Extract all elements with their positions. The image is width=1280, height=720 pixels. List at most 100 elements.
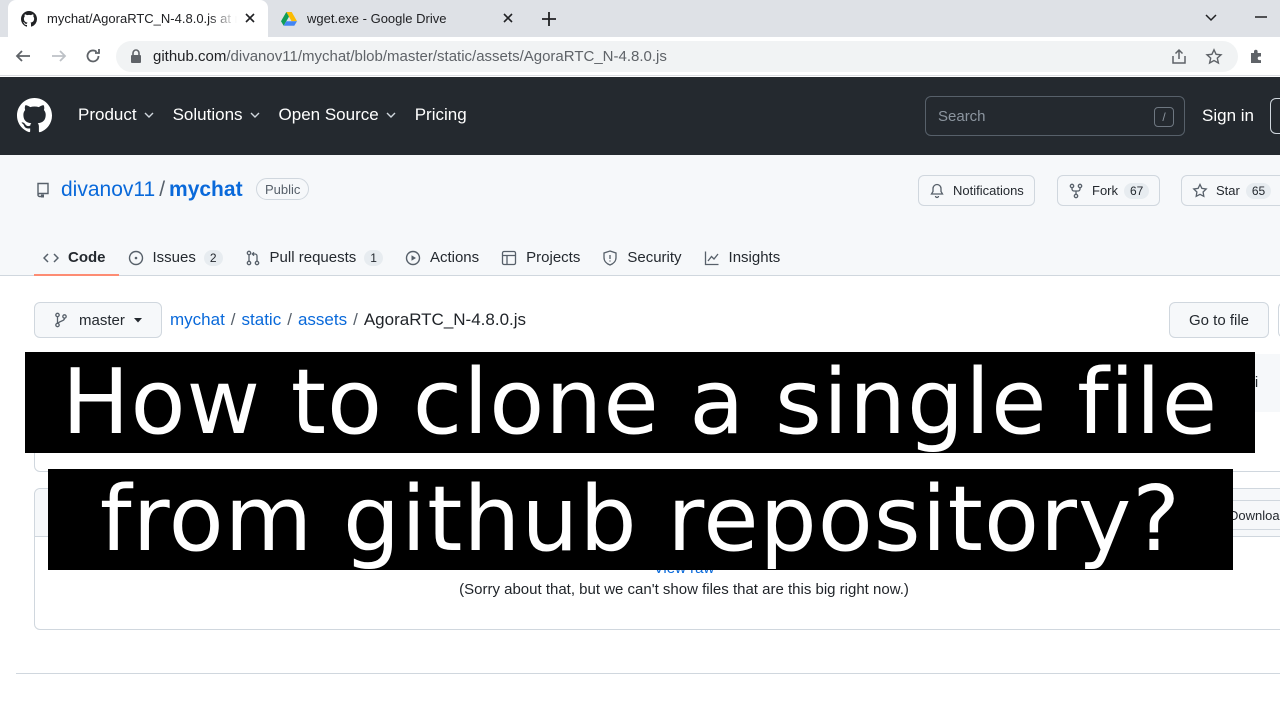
chevron-down-icon bbox=[144, 112, 154, 118]
browser-toolbar: github.com/divanov11/mychat/blob/master/… bbox=[0, 37, 1280, 76]
play-circle-icon bbox=[405, 250, 421, 265]
tab-label: Security bbox=[627, 249, 682, 266]
tab-label: Code bbox=[68, 249, 106, 266]
new-tab-icon[interactable] bbox=[538, 8, 560, 30]
browser-tab-drive[interactable]: wget.exe - Google Drive bbox=[270, 0, 526, 37]
fork-label: Fork bbox=[1092, 183, 1118, 198]
repo-icon bbox=[35, 182, 51, 198]
caret-down-icon bbox=[133, 318, 142, 323]
overlay-caption-line-1: How to clone a single file bbox=[25, 350, 1255, 455]
repo-header: divanov11/mychat Public Notifications Fo… bbox=[0, 155, 1280, 276]
tab-actions[interactable]: Actions bbox=[396, 239, 492, 276]
tab-projects[interactable]: Projects bbox=[492, 239, 593, 276]
go-to-file-button[interactable]: Go to file bbox=[1169, 302, 1269, 338]
search-shortcut-key: / bbox=[1154, 107, 1174, 127]
visibility-badge: Public bbox=[256, 178, 310, 200]
code-icon bbox=[43, 252, 59, 263]
lock-icon bbox=[130, 49, 144, 63]
fork-count: 67 bbox=[1124, 182, 1150, 199]
file-too-big-message: (Sorry about that, but we can't show fil… bbox=[459, 581, 909, 598]
star-label: Star bbox=[1216, 183, 1240, 198]
github-logo-icon[interactable] bbox=[17, 98, 53, 133]
github-header: Product Solutions Open Source Pricing / … bbox=[0, 77, 1280, 155]
table-icon bbox=[502, 250, 517, 265]
branch-selector-button[interactable]: master bbox=[34, 302, 162, 338]
tab-search-chevron-icon[interactable] bbox=[1202, 8, 1220, 26]
share-icon[interactable] bbox=[1170, 48, 1188, 66]
issues-count: 2 bbox=[203, 249, 223, 266]
extensions-puzzle-icon[interactable] bbox=[1248, 47, 1266, 65]
repo-title-separator: / bbox=[159, 178, 166, 201]
git-branch-icon bbox=[55, 312, 67, 328]
chevron-down-icon bbox=[386, 112, 396, 118]
google-drive-icon bbox=[280, 10, 298, 28]
github-icon bbox=[20, 10, 38, 28]
reload-icon[interactable] bbox=[83, 46, 103, 66]
pull-requests-count: 1 bbox=[364, 249, 383, 266]
fork-icon bbox=[1069, 183, 1083, 198]
nav-product[interactable]: Product bbox=[78, 105, 155, 125]
repo-name-link[interactable]: mychat bbox=[169, 178, 243, 201]
bell-icon bbox=[930, 183, 944, 198]
url-path: /divanov11/mychat/blob/master/static/ass… bbox=[226, 48, 667, 65]
shield-icon bbox=[603, 249, 617, 266]
chevron-down-icon bbox=[250, 112, 260, 118]
repo-title: divanov11/mychat bbox=[61, 178, 243, 202]
bookmark-star-icon[interactable] bbox=[1205, 48, 1223, 66]
breadcrumb-link[interactable]: static bbox=[242, 310, 282, 329]
pull-request-icon bbox=[246, 250, 259, 265]
url-text: github.com/divanov11/mychat/blob/master/… bbox=[153, 48, 667, 65]
browser-tab-strip: mychat/AgoraRTC_N-4.8.0.js at m wget.exe… bbox=[0, 0, 1280, 37]
tab-title: wget.exe - Google Drive bbox=[307, 11, 447, 26]
minimize-window-icon[interactable] bbox=[1252, 8, 1270, 26]
tab-label: Insights bbox=[728, 249, 781, 266]
nav-label: Solutions bbox=[172, 105, 243, 124]
graph-icon bbox=[704, 251, 719, 265]
forward-arrow-icon[interactable] bbox=[49, 46, 69, 66]
star-count: 65 bbox=[1245, 182, 1272, 199]
footer-divider bbox=[16, 673, 1280, 674]
repo-tabs: Code Issues 2 Pull requests 1 Actions Pr… bbox=[34, 239, 793, 276]
tab-insights[interactable]: Insights bbox=[695, 239, 794, 276]
nav-pricing[interactable]: Pricing bbox=[415, 105, 467, 125]
address-bar[interactable]: github.com/divanov11/mychat/blob/master/… bbox=[116, 41, 1238, 72]
url-host: github.com bbox=[153, 48, 227, 65]
tab-code[interactable]: Code bbox=[34, 239, 119, 276]
repo-owner-link[interactable]: divanov11 bbox=[61, 178, 155, 201]
nav-open-source[interactable]: Open Source bbox=[279, 105, 397, 125]
breadcrumb-link[interactable]: assets bbox=[298, 310, 347, 329]
breadcrumb-separator: / bbox=[287, 310, 292, 329]
tab-label: Pull requests bbox=[269, 249, 357, 266]
nav-label: Open Source bbox=[278, 105, 379, 124]
nav-label: Pricing bbox=[414, 105, 467, 124]
notifications-button[interactable]: Notifications bbox=[918, 175, 1035, 206]
nav-solutions[interactable]: Solutions bbox=[173, 105, 261, 125]
close-tab-icon[interactable] bbox=[500, 10, 516, 26]
sign-in-link[interactable]: Sign in bbox=[1202, 106, 1254, 126]
tab-label: Actions bbox=[429, 249, 480, 266]
search-input[interactable] bbox=[938, 106, 1138, 126]
back-arrow-icon[interactable] bbox=[13, 46, 33, 66]
nav-label: Product bbox=[78, 105, 137, 124]
breadcrumb-separator: / bbox=[353, 310, 358, 329]
breadcrumb-current-file: AgoraRTC_N-4.8.0.js bbox=[363, 310, 527, 329]
breadcrumb: mychat / static / assets / AgoraRTC_N-4.8.0.js bbox=[170, 310, 526, 330]
star-button[interactable]: Star 65 bbox=[1181, 175, 1280, 206]
github-search[interactable]: / bbox=[925, 96, 1185, 136]
tab-title: mychat/AgoraRTC_N-4.8.0.js at m bbox=[47, 11, 237, 26]
issue-icon bbox=[128, 250, 143, 265]
tab-pull-requests[interactable]: Pull requests 1 bbox=[236, 239, 396, 276]
close-tab-icon[interactable] bbox=[242, 10, 258, 26]
notifications-label: Notifications bbox=[953, 183, 1024, 198]
tab-security[interactable]: Security bbox=[593, 239, 694, 276]
browser-tab-github[interactable]: mychat/AgoraRTC_N-4.8.0.js at m bbox=[8, 0, 268, 37]
fork-button[interactable]: Fork 67 bbox=[1057, 175, 1161, 206]
tab-label: Projects bbox=[526, 249, 581, 266]
tab-label: Issues bbox=[152, 249, 196, 266]
star-icon bbox=[1192, 182, 1208, 197]
overlay-caption-line-2: from github repository? bbox=[48, 467, 1233, 572]
breadcrumb-link[interactable]: mychat bbox=[170, 310, 225, 329]
tab-issues[interactable]: Issues 2 bbox=[119, 239, 236, 276]
branch-name: master bbox=[79, 311, 125, 329]
sign-up-button[interactable] bbox=[1270, 98, 1280, 134]
